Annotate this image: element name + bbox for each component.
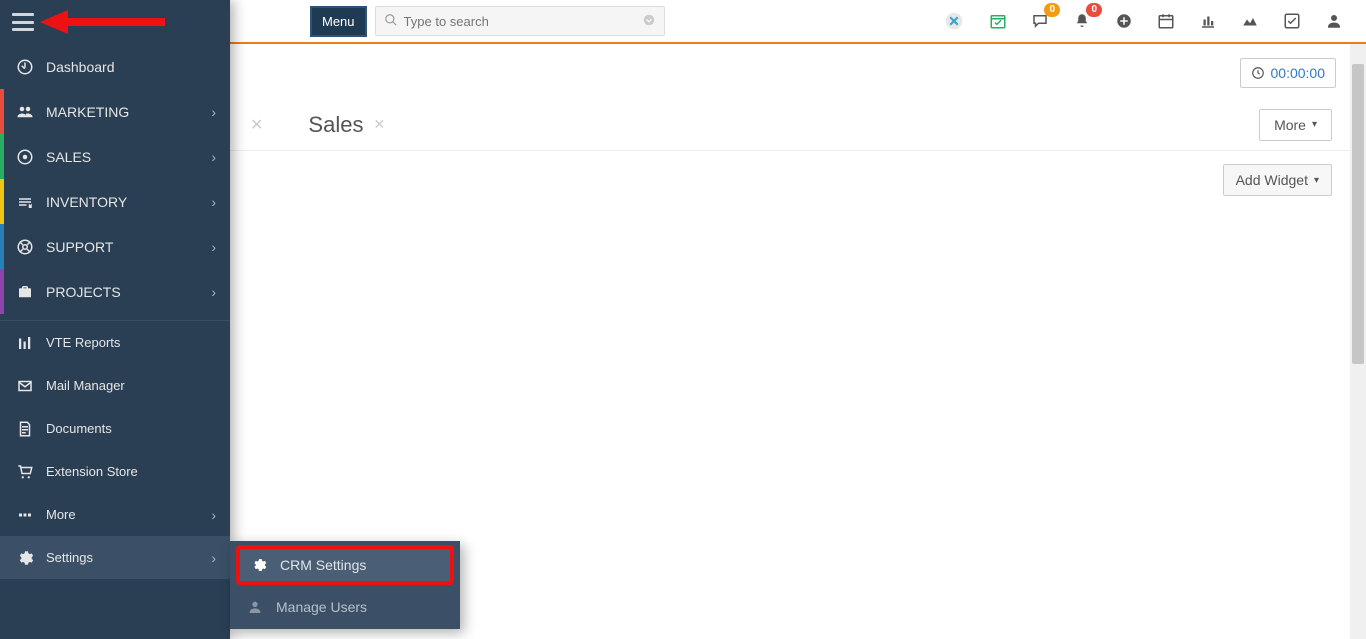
dots-icon: [14, 506, 36, 524]
sidebar-item-settings[interactable]: Settings ›: [0, 536, 230, 579]
top-icons: 0 0: [942, 9, 1356, 33]
sidebar: Dashboard MARKETING › SALES › INVENTORY …: [0, 0, 230, 639]
more-label: More: [1274, 117, 1306, 133]
search-box[interactable]: [375, 6, 665, 36]
gear-icon: [248, 557, 270, 573]
app-logo-icon[interactable]: [942, 9, 966, 33]
tab-close-icon[interactable]: ✕: [373, 116, 385, 133]
users-icon: [14, 103, 36, 121]
nav-label: SUPPORT: [46, 239, 211, 255]
sidebar-header: [0, 0, 230, 44]
submenu-label: CRM Settings: [280, 557, 366, 573]
support-icon: [14, 238, 36, 256]
document-icon: [14, 420, 36, 438]
nav-label: PROJECTS: [46, 284, 211, 300]
nav-label: VTE Reports: [46, 335, 216, 350]
scrollbar[interactable]: [1350, 44, 1366, 639]
tab-close-prev-icon[interactable]: ✕: [250, 115, 263, 135]
nav-label: MARKETING: [46, 104, 211, 120]
nav-label: More: [46, 507, 211, 522]
sidebar-item-mail-manager[interactable]: Mail Manager: [0, 364, 230, 407]
bell-icon[interactable]: 0: [1072, 11, 1092, 31]
mail-icon: [14, 377, 36, 395]
bell-badge: 0: [1086, 3, 1102, 17]
barchart-icon: [14, 334, 36, 352]
chevron-right-icon: ›: [211, 239, 216, 255]
timer-value: 00:00:00: [1271, 65, 1326, 81]
sidebar-item-inventory[interactable]: INVENTORY ›: [0, 179, 230, 224]
sidebar-item-more[interactable]: More ›: [0, 493, 230, 536]
user-icon[interactable]: [1324, 11, 1344, 31]
tab-title: Sales: [308, 112, 363, 138]
cart-icon: [14, 463, 36, 481]
top-header: Menu 0 0: [230, 0, 1366, 44]
checkbox-icon[interactable]: [1282, 11, 1302, 31]
chat-icon[interactable]: 0: [1030, 11, 1050, 31]
caret-down-icon: ▾: [1312, 119, 1317, 130]
more-button[interactable]: More ▾: [1259, 109, 1332, 141]
inventory-icon: [14, 193, 36, 211]
dashboard-icon: [14, 58, 36, 76]
submenu-item-manage-users[interactable]: Manage Users: [230, 587, 460, 627]
search-icon: [384, 13, 398, 30]
barchart-icon[interactable]: [1198, 11, 1218, 31]
calendar-icon[interactable]: [1156, 11, 1176, 31]
sidebar-item-sales[interactable]: SALES ›: [0, 134, 230, 179]
scrollbar-thumb[interactable]: [1352, 64, 1364, 364]
sidebar-item-vte-reports[interactable]: VTE Reports: [0, 321, 230, 364]
menu-button[interactable]: Menu: [310, 6, 367, 37]
gear-icon: [14, 549, 36, 567]
hamburger-icon[interactable]: [12, 13, 34, 31]
submenu-item-crm-settings[interactable]: CRM Settings: [238, 547, 452, 583]
submenu-label: Manage Users: [276, 599, 367, 615]
settings-submenu: CRM Settings Manage Users: [230, 541, 460, 629]
nav-label: Settings: [46, 550, 211, 565]
chevron-right-icon: ›: [211, 284, 216, 300]
caret-down-icon: ▾: [1314, 175, 1319, 186]
sidebar-item-projects[interactable]: PROJECTS ›: [0, 269, 230, 314]
areachart-icon[interactable]: [1240, 11, 1260, 31]
sidebar-item-marketing[interactable]: MARKETING ›: [0, 89, 230, 134]
calendar-check-icon[interactable]: [988, 11, 1008, 31]
nav-label: Dashboard: [46, 59, 216, 75]
search-input[interactable]: [404, 14, 642, 29]
chevron-right-icon: ›: [211, 194, 216, 210]
chevron-right-icon: ›: [211, 149, 216, 165]
chat-badge: 0: [1044, 3, 1060, 17]
plus-circle-icon[interactable]: [1114, 11, 1134, 31]
chevron-down-icon[interactable]: [642, 13, 656, 30]
nav-label: Mail Manager: [46, 378, 216, 393]
sidebar-item-documents[interactable]: Documents: [0, 407, 230, 450]
add-widget-label: Add Widget: [1236, 172, 1308, 188]
sidebar-item-dashboard[interactable]: Dashboard: [0, 44, 230, 89]
tabs-row: ✕ Sales ✕ More ▾: [230, 99, 1366, 151]
nav-label: SALES: [46, 149, 211, 165]
sidebar-item-support[interactable]: SUPPORT ›: [0, 224, 230, 269]
user-icon: [244, 599, 266, 615]
nav-label: INVENTORY: [46, 194, 211, 210]
chevron-right-icon: ›: [211, 550, 216, 566]
nav-label: Documents: [46, 421, 216, 436]
chevron-right-icon: ›: [211, 507, 216, 523]
target-icon: [14, 148, 36, 166]
clock-icon: [1251, 66, 1265, 80]
briefcase-icon: [14, 283, 36, 301]
sidebar-item-extension-store[interactable]: Extension Store: [0, 450, 230, 493]
timer-button[interactable]: 00:00:00: [1240, 58, 1337, 88]
nav-label: Extension Store: [46, 464, 216, 479]
add-widget-button[interactable]: Add Widget ▾: [1223, 164, 1332, 196]
chevron-right-icon: ›: [211, 104, 216, 120]
